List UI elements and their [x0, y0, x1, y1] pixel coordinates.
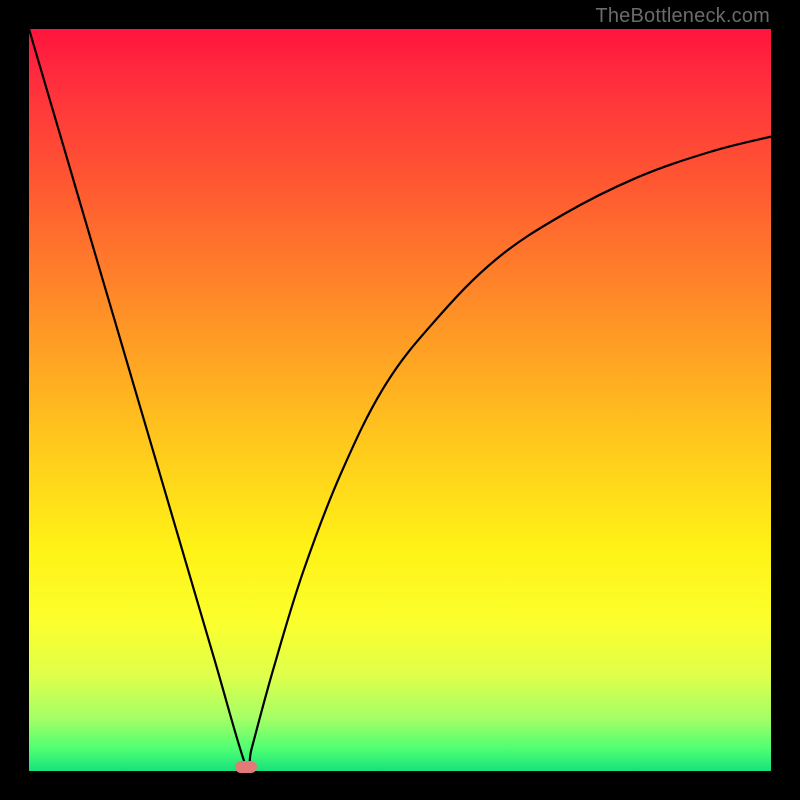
chart-plot-area	[29, 29, 771, 771]
curve-path	[29, 29, 771, 771]
bottleneck-curve	[29, 29, 771, 771]
optimum-marker	[235, 761, 257, 773]
watermark-text: TheBottleneck.com	[595, 5, 770, 28]
